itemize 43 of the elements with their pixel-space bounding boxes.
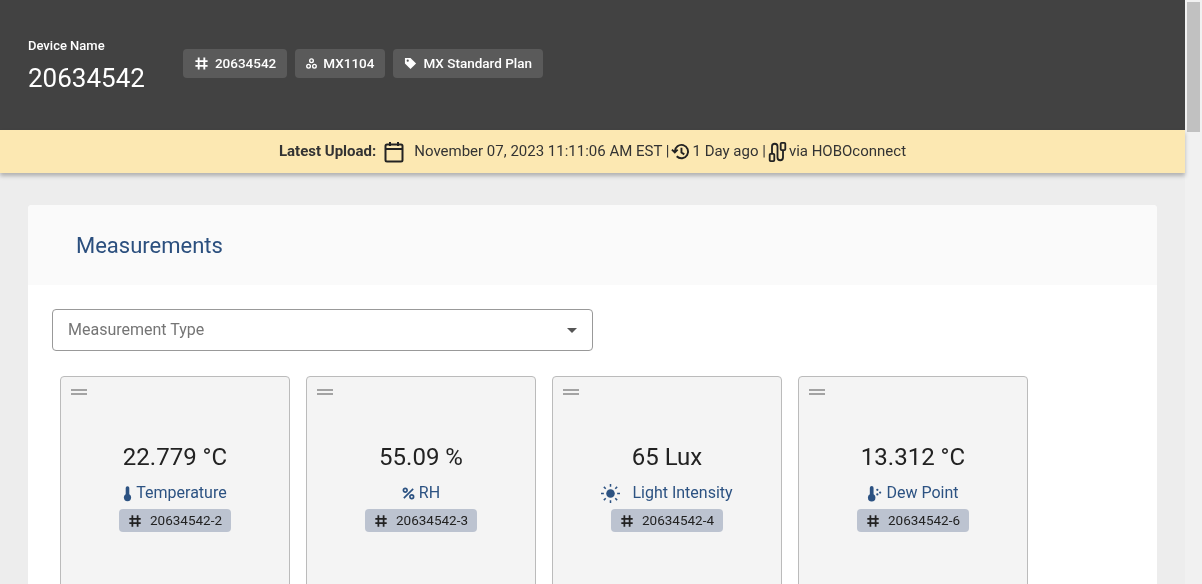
drag-handle-icon[interactable] [809,389,825,395]
drag-handle-icon[interactable] [71,389,87,395]
measurement-name: RH [418,482,441,504]
channel-id: 20634542-6 [888,511,960,531]
hash-icon [374,513,388,528]
hash-icon [866,513,880,528]
thermometer-icon [123,484,133,502]
cable-icon [767,140,787,163]
channel-id: 20634542-3 [396,511,468,531]
scrollbar[interactable] [1185,0,1202,584]
measurement-type-select[interactable]: Measurement Type [52,309,593,351]
calendar-icon [384,140,405,163]
measurement-value: 13.312 °C [860,442,966,472]
measurement-value: 65 Lux [631,442,703,472]
chip-text: MX1104 [323,54,375,74]
chip-text: 20634542 [214,54,277,74]
drag-handle-icon[interactable] [563,389,579,395]
measurement-value: 55.09 % [379,442,463,472]
nodes-icon [306,58,318,69]
upload-date: November 07, 2023 11:11:06 AM EST | [414,141,670,163]
channel-id: 20634542-2 [150,511,222,531]
dropdown-caret-icon [567,327,577,333]
section-title: Measurements [76,231,223,260]
measurement-name: Light Intensity [632,482,733,504]
tag-icon [404,57,418,70]
drag-handle-icon[interactable] [317,389,333,395]
thermometer-drops-icon [867,484,883,502]
measurement-name: Dew Point [886,482,959,504]
upload-age: 1 Day ago | [692,141,766,163]
upload-method: via HOBOconnect [788,141,907,163]
percent-icon [401,486,415,500]
device-name: 20634542 [28,61,145,94]
chip-text: MX Standard Plan [423,54,533,74]
sun-icon [601,483,621,503]
channel-id: 20634542-4 [642,511,714,531]
hash-icon [128,513,142,528]
hash-icon [620,513,634,528]
measurement-value: 22.779 °C [122,442,228,472]
history-icon [671,142,691,161]
hash-icon [193,56,209,71]
measurement-name: Temperature [136,482,227,504]
device-name-label: Device Name [28,37,106,56]
upload-label: Latest Upload: [278,141,377,163]
